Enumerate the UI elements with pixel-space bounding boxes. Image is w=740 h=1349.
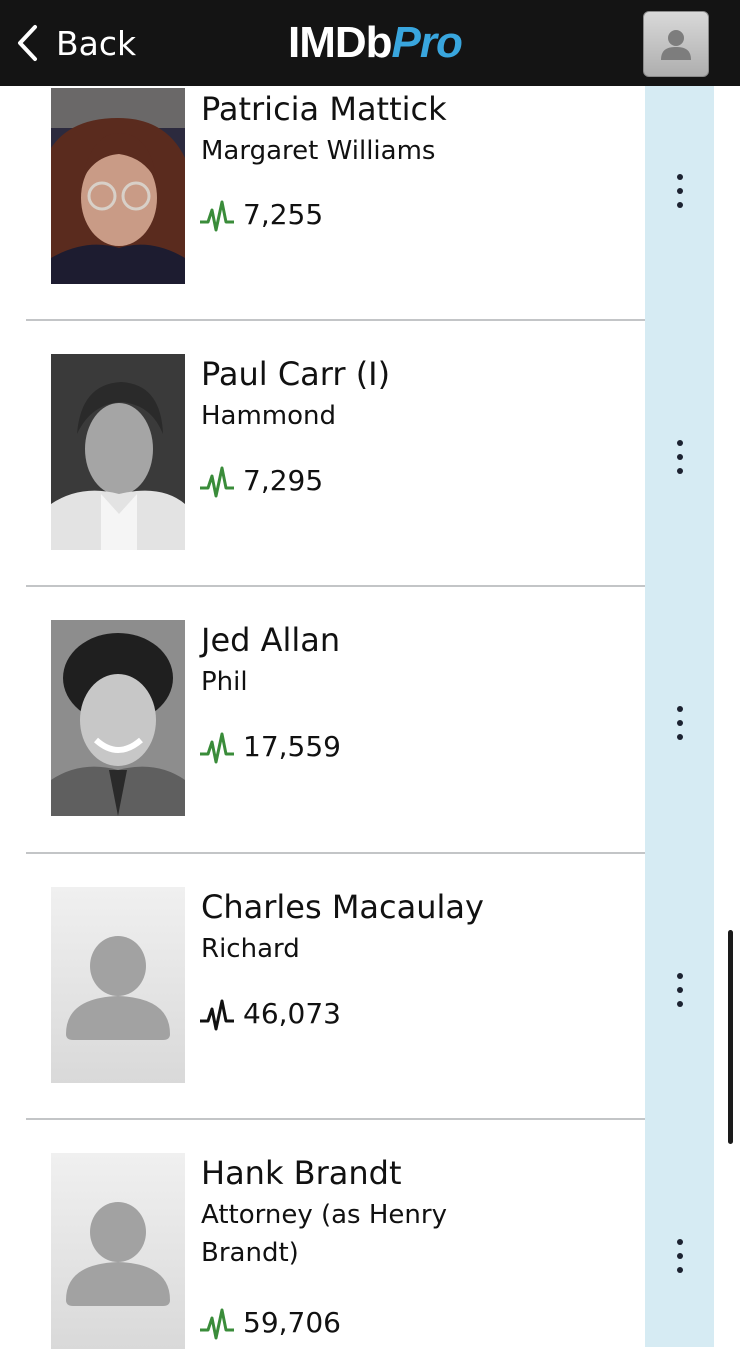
- list-item[interactable]: Jed Allan Phil 17,559: [0, 585, 740, 852]
- cast-photo-placeholder[interactable]: [51, 1153, 185, 1349]
- action-column: [645, 1118, 714, 1347]
- portrait-image: [51, 88, 185, 284]
- kebab-dot: [677, 174, 683, 180]
- starmeter-up-icon: [200, 1308, 234, 1340]
- kebab-dot: [677, 734, 683, 740]
- cast-photo[interactable]: [51, 88, 185, 284]
- cast-name[interactable]: Jed Allan: [201, 621, 340, 659]
- kebab-dot: [677, 1239, 683, 1245]
- starmeter: 59,706: [199, 1304, 341, 1340]
- cast-role: Richard: [201, 934, 300, 964]
- scrollbar[interactable]: [728, 930, 733, 1144]
- kebab-dot: [677, 1001, 683, 1007]
- starmeter: 7,295: [199, 462, 323, 498]
- list-item[interactable]: Hank Brandt Attorney (as Henry Brandt) 5…: [0, 1118, 740, 1349]
- divider: [26, 852, 714, 854]
- kebab-dot: [677, 454, 683, 460]
- starmeter-down-icon: [200, 999, 234, 1031]
- kebab-dot: [677, 468, 683, 474]
- starmeter-up-icon: [200, 466, 234, 498]
- starmeter-value: 17,559: [243, 729, 341, 763]
- person-silhouette-icon: [66, 1202, 170, 1306]
- cast-name[interactable]: Hank Brandt: [201, 1154, 402, 1192]
- kebab-dot: [677, 440, 683, 446]
- more-options-button[interactable]: [670, 174, 690, 208]
- divider: [26, 319, 714, 321]
- user-icon: [661, 30, 691, 60]
- divider: [26, 585, 714, 587]
- list-item[interactable]: Patricia Mattick Margaret Williams 7,255: [0, 86, 740, 319]
- cast-role: Phil: [201, 667, 248, 697]
- kebab-dot: [677, 987, 683, 993]
- starmeter-value: 46,073: [243, 996, 341, 1030]
- cast-role: Attorney (as Henry Brandt): [201, 1200, 447, 1268]
- portrait-image: [51, 354, 185, 550]
- cast-photo-placeholder[interactable]: [51, 887, 185, 1083]
- kebab-dot: [677, 973, 683, 979]
- kebab-dot: [677, 1253, 683, 1259]
- cast-name[interactable]: Patricia Mattick: [201, 90, 447, 128]
- portrait-image: [51, 620, 185, 816]
- cast-name[interactable]: Charles Macaulay: [201, 888, 484, 926]
- account-button[interactable]: [643, 11, 709, 77]
- list-item[interactable]: Charles Macaulay Richard 46,073: [0, 852, 740, 1118]
- more-options-button[interactable]: [670, 440, 690, 474]
- cast-role: Hammond: [201, 401, 337, 431]
- starmeter-up-icon: [200, 200, 234, 232]
- more-options-button[interactable]: [670, 1239, 690, 1273]
- starmeter-value: 7,255: [243, 197, 324, 231]
- person-silhouette-icon: [66, 936, 170, 1040]
- kebab-dot: [677, 706, 683, 712]
- starmeter: 7,255: [199, 196, 323, 232]
- list-item[interactable]: Paul Carr (I) Hammond 7,295: [0, 319, 740, 585]
- more-options-button[interactable]: [670, 706, 690, 740]
- starmeter-up-icon: [200, 732, 234, 764]
- more-options-button[interactable]: [670, 973, 690, 1007]
- back-label: Back: [56, 23, 137, 63]
- top-nav-bar: Back IMDb Pro: [0, 0, 740, 86]
- starmeter: 17,559: [199, 728, 341, 764]
- cast-role: Margaret Williams: [201, 136, 436, 166]
- cast-photo[interactable]: [51, 354, 185, 550]
- kebab-dot: [677, 188, 683, 194]
- imdbpro-logo: IMDb Pro: [288, 18, 463, 67]
- divider: [26, 1118, 714, 1120]
- cast-photo[interactable]: [51, 620, 185, 816]
- chevron-left-icon: [18, 25, 37, 61]
- cast-name[interactable]: Paul Carr (I): [201, 355, 390, 393]
- starmeter-value: 7,295: [243, 463, 324, 497]
- kebab-dot: [677, 202, 683, 208]
- back-button[interactable]: Back: [16, 20, 136, 66]
- kebab-dot: [677, 1267, 683, 1273]
- kebab-dot: [677, 720, 683, 726]
- starmeter-value: 59,706: [243, 1305, 341, 1339]
- starmeter: 46,073: [199, 995, 341, 1031]
